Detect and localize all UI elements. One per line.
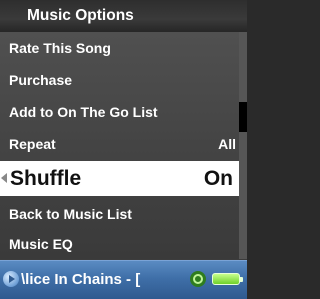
now-playing-bar[interactable]: \lice In Chains - [ bbox=[0, 260, 247, 299]
menu-item-repeat[interactable]: Repeat All bbox=[0, 128, 239, 160]
options-menu: Rate This Song Purchase Add to On The Go… bbox=[0, 32, 239, 259]
menu-item-music-eq[interactable]: Music EQ bbox=[0, 228, 239, 260]
menu-item-shuffle[interactable]: Shuffle On bbox=[0, 161, 239, 196]
play-icon bbox=[3, 271, 19, 287]
left-arrow-icon bbox=[1, 173, 7, 183]
menu-item-purchase[interactable]: Purchase bbox=[0, 64, 239, 96]
menu-item-label: Shuffle bbox=[10, 167, 82, 190]
menu-item-label: Repeat bbox=[9, 136, 56, 152]
battery-icon bbox=[212, 273, 243, 285]
menu-item-rate-this-song[interactable]: Rate This Song bbox=[0, 32, 239, 64]
menu-scrollbar[interactable] bbox=[239, 32, 247, 259]
menu-item-back-to-music-list[interactable]: Back to Music List bbox=[0, 198, 239, 230]
now-playing-text: \lice In Chains - [ bbox=[21, 271, 141, 288]
menu-item-value: All bbox=[218, 136, 236, 152]
scroll-thumb[interactable] bbox=[239, 102, 247, 132]
menu-item-label: Back to Music List bbox=[9, 206, 132, 222]
music-options-screen: Music Options Rate This Song Purchase Ad… bbox=[0, 0, 247, 299]
menu-item-label: Add to On The Go List bbox=[9, 104, 158, 120]
shuffle-icon bbox=[190, 271, 206, 287]
menu-item-label: Purchase bbox=[9, 72, 73, 88]
menu-item-label: Music EQ bbox=[9, 236, 73, 252]
page-title: Music Options bbox=[0, 0, 247, 32]
menu-item-value: On bbox=[203, 167, 233, 190]
menu-item-label: Rate This Song bbox=[9, 40, 111, 56]
menu-item-add-to-on-the-go[interactable]: Add to On The Go List bbox=[0, 96, 239, 128]
